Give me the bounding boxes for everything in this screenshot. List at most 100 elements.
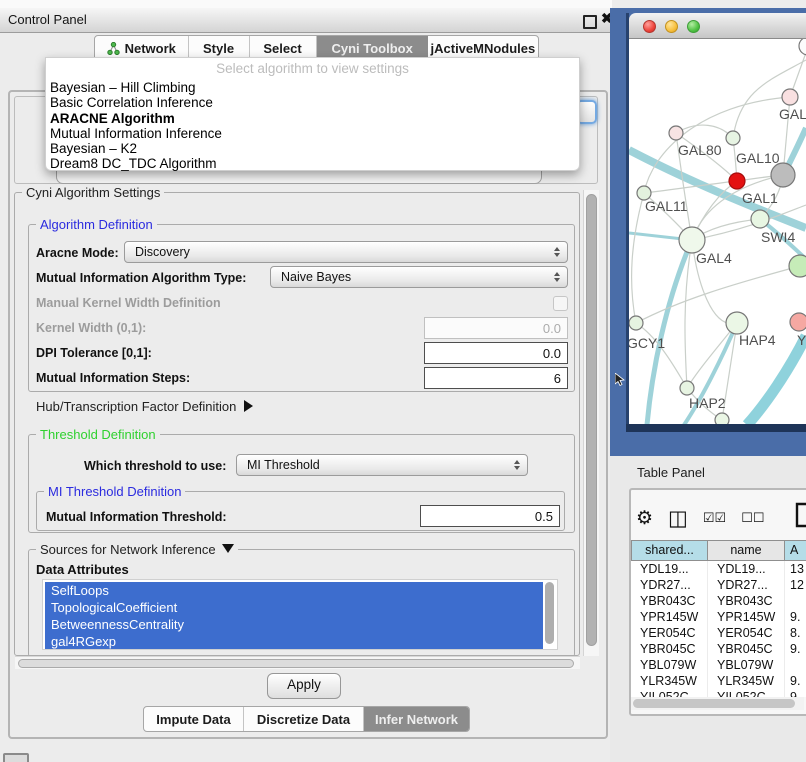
cell-value: 9 [785, 689, 806, 697]
gear-icon[interactable]: ⚙ [636, 507, 653, 530]
table-row[interactable]: YER054CYER054C8. [631, 625, 806, 641]
control-panel-titlebar: Control Panel ✖ [0, 8, 612, 33]
tab-infer-network[interactable]: Infer Network [364, 707, 469, 731]
table-row[interactable]: YIL052CYIL052C9 [631, 689, 806, 697]
node-label: Y [797, 332, 806, 348]
cell-name: YER054C [708, 625, 785, 641]
column-header[interactable]: name [708, 540, 785, 561]
network-node[interactable] [726, 131, 740, 145]
collapsed-arrow-icon [244, 400, 253, 412]
network-node[interactable] [782, 89, 798, 105]
table-row[interactable]: YPR145WYPR145W9. [631, 609, 806, 625]
table-panel-title: Table Panel [637, 465, 705, 480]
apply-button[interactable]: Apply [267, 673, 341, 699]
network-node[interactable] [751, 210, 769, 228]
aracne-mode-value: Discovery [135, 245, 190, 259]
network-node[interactable] [726, 312, 748, 334]
algorithm-option[interactable]: Dream8 DC_TDC Algorithm [46, 156, 579, 171]
data-attributes-list[interactable]: SelfLoopsTopologicalCoefficientBetweenne… [42, 579, 558, 650]
network-node[interactable] [715, 413, 729, 424]
attribute-item[interactable]: SelfLoops [45, 582, 543, 599]
manual-kernel-width-checkbox [553, 296, 568, 311]
network-window-titlebar[interactable] [629, 13, 806, 39]
table-row[interactable]: YBR045CYBR045C9. [631, 641, 806, 657]
tab-impute-data[interactable]: Impute Data [144, 707, 244, 731]
dpi-tolerance-label: DPI Tolerance [0,1]: [36, 346, 152, 360]
table-row[interactable]: YBR043CYBR043C [631, 593, 806, 609]
network-node[interactable] [790, 313, 806, 331]
threshold-definition-title: Threshold Definition [36, 427, 160, 442]
table-row[interactable]: YBL079WYBL079W [631, 657, 806, 673]
close-traffic-light[interactable] [643, 20, 656, 33]
tab-label: Impute Data [156, 712, 230, 727]
attribute-item[interactable]: TopologicalCoefficient [45, 599, 543, 616]
table-row[interactable]: YLR345WYLR345W9. [631, 673, 806, 689]
mi-threshold-field[interactable] [420, 505, 560, 527]
table-row[interactable]: YDR27...YDR27...12 [631, 577, 806, 593]
table-header: shared...nameA [631, 540, 806, 561]
mi-algorithm-type-label: Mutual Information Algorithm Type: [36, 271, 246, 285]
deselect-all-icon[interactable]: ☐☐ [741, 510, 764, 526]
tab-label: Discretize Data [257, 712, 350, 727]
aracne-mode-select[interactable]: Discovery [124, 241, 568, 263]
tab-label: Network [125, 41, 176, 56]
dpi-tolerance-field[interactable] [424, 342, 568, 364]
mi-algorithm-type-select[interactable]: Naive Bayes [270, 266, 568, 288]
bottom-tab-strip: Impute Data Discretize Data Infer Network [143, 706, 470, 732]
mouse-cursor [615, 373, 625, 386]
cell-shared-name: YLR345W [631, 673, 708, 689]
network-node[interactable] [771, 163, 795, 187]
network-node[interactable] [729, 173, 745, 189]
tab-label: Cyni Toolbox [331, 41, 412, 56]
file-icon[interactable] [795, 502, 806, 528]
algorithm-option[interactable]: Bayesian – Hill Climbing [46, 80, 579, 95]
algorithm-option[interactable]: Bayesian – K2 [46, 141, 579, 156]
table-horizontal-scrollbar[interactable] [631, 697, 804, 710]
table-body[interactable]: YDL19...YDL19...13YDR27...YDR27...12YBR0… [631, 561, 806, 697]
tab-discretize-data[interactable]: Discretize Data [244, 707, 364, 731]
zoom-traffic-light[interactable] [687, 20, 700, 33]
network-node[interactable] [680, 381, 694, 395]
network-node[interactable] [799, 39, 806, 55]
network-node[interactable] [789, 255, 806, 277]
minimize-traffic-light[interactable] [665, 20, 678, 33]
network-node[interactable] [629, 316, 643, 330]
cell-value: 8. [785, 625, 806, 641]
node-label: GAL10 [736, 150, 780, 166]
which-threshold-select[interactable]: MI Threshold [236, 454, 528, 476]
mi-steps-field[interactable] [424, 367, 568, 389]
mi-threshold-definition-title: MI Threshold Definition [44, 484, 185, 499]
cyni-algorithm-settings-title: Cyni Algorithm Settings [22, 185, 164, 200]
tab-label: Style [203, 41, 234, 56]
hub-definition-label: Hub/Transcription Factor Definition [36, 399, 236, 414]
column-header[interactable]: A [785, 540, 806, 561]
cell-shared-name: YPR145W [631, 609, 708, 625]
node-label: GAL11 [645, 198, 688, 214]
settings-horizontal-scrollbar[interactable] [15, 656, 580, 669]
algorithm-option[interactable]: Mutual Information Inference [46, 126, 579, 141]
cell-shared-name: YIL052C [631, 689, 708, 697]
network-node[interactable] [669, 126, 683, 140]
network-window-shadow-bottom [626, 424, 806, 432]
float-window-icon[interactable] [583, 15, 597, 29]
settings-vertical-scrollbar[interactable] [583, 190, 599, 656]
network-canvas[interactable]: GALGAL80GAL10GAL11GAL1SWI4GAL4GCY1HAP4YH… [629, 39, 806, 424]
select-all-icon[interactable]: ☑☑ [703, 510, 726, 526]
algorithm-option[interactable]: ARACNE Algorithm [46, 111, 579, 126]
column-header[interactable]: shared... [631, 540, 708, 561]
cell-shared-name: YDL19... [631, 561, 708, 577]
cell-name: YLR345W [708, 673, 785, 689]
columns-icon[interactable]: ◫ [668, 506, 688, 531]
table-row[interactable]: YDL19...YDL19...13 [631, 561, 806, 577]
sources-title[interactable]: Sources for Network Inference [36, 542, 238, 557]
cell-value: 9. [785, 609, 806, 625]
cell-shared-name: YBL079W [631, 657, 708, 673]
network-icon [107, 42, 120, 55]
algorithm-hint: Select algorithm to view settings [46, 58, 579, 80]
cell-shared-name: YBR045C [631, 641, 708, 657]
attributes-scrollbar[interactable] [544, 581, 556, 648]
hub-definition-toggle[interactable]: Hub/Transcription Factor Definition [36, 399, 253, 414]
algorithm-option[interactable]: Basic Correlation Inference [46, 95, 579, 110]
attribute-item[interactable]: BetweennessCentrality [45, 616, 543, 633]
attribute-item[interactable]: gal4RGexp [45, 633, 543, 650]
